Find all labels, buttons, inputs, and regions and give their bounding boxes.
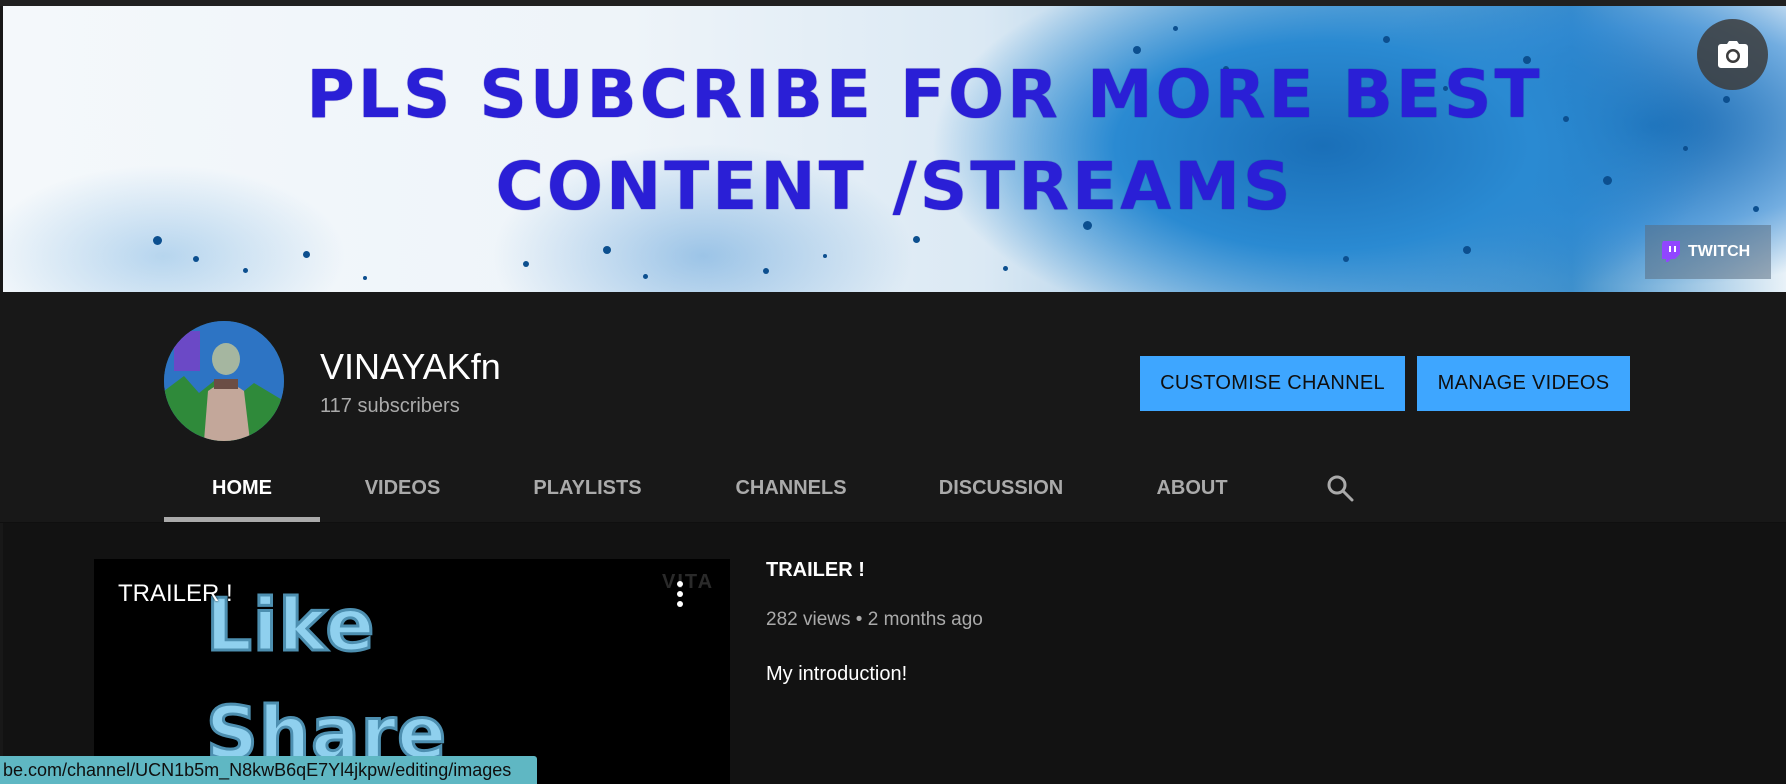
twitch-link[interactable]: TWITCH xyxy=(1645,225,1771,279)
twitch-label: TWITCH xyxy=(1688,243,1751,260)
video-more-options-button[interactable] xyxy=(668,577,692,611)
view-count: 282 views xyxy=(766,609,851,630)
channel-search-button[interactable] xyxy=(1316,458,1364,518)
banner-text-line2: CONTENT /STREAMS xyxy=(495,148,1294,225)
camera-icon xyxy=(1717,40,1748,68)
featured-video-description: My introduction! xyxy=(766,663,908,685)
twitch-icon xyxy=(1662,241,1680,262)
avatar-image xyxy=(164,321,284,441)
manage-videos-button[interactable]: MANAGE VIDEOS xyxy=(1417,356,1630,411)
tab-playlists[interactable]: PLAYLISTS xyxy=(520,458,655,518)
subscriber-count: 117 subscribers xyxy=(320,395,460,417)
customise-channel-button[interactable]: CUSTOMISE CHANNEL xyxy=(1140,356,1405,411)
banner-text-line1: PLS SUBCRIBE FOR MORE BEST xyxy=(306,56,1543,133)
thumbnail-title: TRAILER ! xyxy=(118,580,233,607)
meta-separator: • xyxy=(855,609,868,630)
more-vert-icon xyxy=(677,581,683,587)
channel-name: VINAYAKfn xyxy=(320,346,501,387)
upload-age: 2 months ago xyxy=(867,609,983,630)
change-banner-button[interactable] xyxy=(1697,19,1768,90)
featured-video-meta: 282 views • 2 months ago xyxy=(766,609,983,631)
status-bar-url: be.com/channel/UCN1b5m_N8kwB6qE7Yl4jkpw/… xyxy=(0,756,538,784)
featured-video-title[interactable]: TRAILER ! xyxy=(766,559,865,582)
tab-home[interactable]: HOME xyxy=(164,458,320,518)
tab-about[interactable]: ABOUT xyxy=(1148,458,1236,518)
tab-discussion[interactable]: DISCUSSION xyxy=(928,458,1074,518)
featured-video-thumbnail[interactable]: VITA Like Share TRAILER ! xyxy=(94,559,730,784)
search-icon xyxy=(1327,475,1354,502)
tab-channels[interactable]: CHANNELS xyxy=(716,458,866,518)
tab-videos[interactable]: VIDEOS xyxy=(345,458,460,518)
channel-banner: PLS SUBCRIBE FOR MORE BEST CONTENT /STRE… xyxy=(3,6,1786,292)
channel-avatar[interactable] xyxy=(164,321,284,441)
